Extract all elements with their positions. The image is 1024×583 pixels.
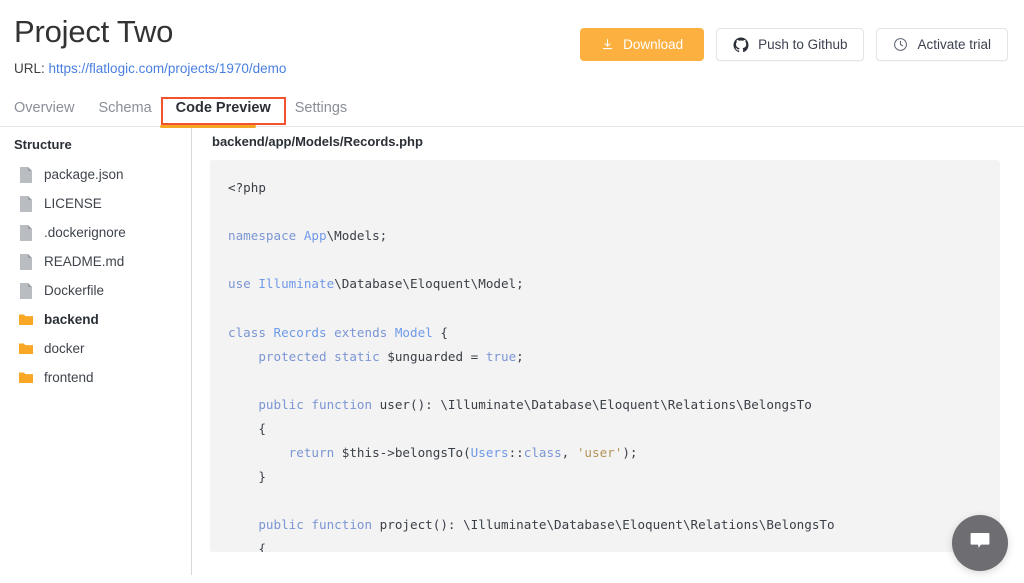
file-tree-item-label: backend xyxy=(44,311,99,328)
page-body: Structure package.json LICENSE xyxy=(0,127,1024,575)
code-block[interactable]: <?php namespace App\Models; use Illumina… xyxy=(210,160,1000,552)
folder-icon xyxy=(18,369,34,387)
activate-trial-button[interactable]: Activate trial xyxy=(876,28,1008,61)
code-token: return xyxy=(289,445,342,460)
tab-code-preview[interactable]: Code Preview xyxy=(164,100,283,122)
code-token: 'user' xyxy=(577,445,623,460)
code-token: ; xyxy=(516,349,524,364)
file-tree: package.json LICENSE .dockerignore xyxy=(14,160,191,392)
code-content: <?php namespace App\Models; use Illumina… xyxy=(228,176,982,552)
code-token: class xyxy=(524,445,562,460)
code-token: use xyxy=(228,276,258,291)
code-token: namespace xyxy=(228,228,304,243)
code-token: user(): \Illuminate\Database\Eloquent\Re… xyxy=(380,397,812,412)
structure-sidebar: Structure package.json LICENSE xyxy=(0,127,192,575)
activate-trial-label: Activate trial xyxy=(917,37,991,52)
project-url-line: URL: https://flatlogic.com/projects/1970… xyxy=(14,60,1008,77)
file-tree-item-dockerfile[interactable]: Dockerfile xyxy=(14,276,191,305)
code-token: Model xyxy=(395,325,433,340)
code-token: :: xyxy=(509,445,524,460)
chat-widget-button[interactable] xyxy=(952,515,1008,571)
code-token: extends xyxy=(334,325,395,340)
code-token: \Database\Eloquent\Model; xyxy=(334,276,524,291)
file-tree-item-readme-md[interactable]: README.md xyxy=(14,247,191,276)
code-token xyxy=(228,397,258,412)
code-token: { xyxy=(228,421,266,436)
tab-bar: Overview Schema Code Preview Settings xyxy=(0,93,1024,127)
code-token: $unguarded = xyxy=(387,349,486,364)
code-token: project(): \Illuminate\Database\Eloquent… xyxy=(380,517,835,532)
code-token: true xyxy=(486,349,516,364)
file-tree-item-label: package.json xyxy=(44,166,124,183)
code-token: { xyxy=(433,325,448,340)
folder-icon xyxy=(18,311,34,329)
code-token xyxy=(228,445,289,460)
file-tree-item-license[interactable]: LICENSE xyxy=(14,189,191,218)
download-button-label: Download xyxy=(623,37,683,52)
code-token xyxy=(228,517,258,532)
file-tree-item-label: .dockerignore xyxy=(44,224,126,241)
code-token: Records xyxy=(274,325,335,340)
file-icon xyxy=(18,253,34,271)
folder-icon xyxy=(18,340,34,358)
page-header: Project Two URL: https://flatlogic.com/p… xyxy=(0,0,1024,77)
push-to-github-button[interactable]: Push to Github xyxy=(716,28,864,61)
url-label: URL: xyxy=(14,61,45,76)
tab-settings[interactable]: Settings xyxy=(283,100,359,126)
file-tree-item-label: docker xyxy=(44,340,85,357)
file-icon xyxy=(18,195,34,213)
header-actions: Download Push to Github Activate tr xyxy=(580,28,1008,61)
code-token: class xyxy=(228,325,274,340)
clock-icon xyxy=(893,37,908,52)
file-tree-item-frontend[interactable]: frontend xyxy=(14,363,191,392)
file-tree-item-package-json[interactable]: package.json xyxy=(14,160,191,189)
file-tree-item-docker[interactable]: docker xyxy=(14,334,191,363)
code-token: App xyxy=(304,228,327,243)
tab-schema[interactable]: Schema xyxy=(86,100,163,126)
chat-bubble-icon xyxy=(968,529,992,558)
file-tree-item-label: Dockerfile xyxy=(44,282,104,299)
current-file-path: backend/app/Models/Records.php xyxy=(212,133,1000,151)
code-token: { xyxy=(228,541,266,552)
tab-overview[interactable]: Overview xyxy=(14,100,86,126)
file-icon xyxy=(18,282,34,300)
file-tree-item-dockerignore[interactable]: .dockerignore xyxy=(14,218,191,247)
code-token: $this->belongsTo( xyxy=(342,445,471,460)
file-icon xyxy=(18,166,34,184)
code-token: <?php xyxy=(228,180,266,195)
file-tree-item-backend[interactable]: backend xyxy=(14,305,191,334)
code-preview-main: backend/app/Models/Records.php <?php nam… xyxy=(192,127,1024,575)
code-token: public function xyxy=(258,517,379,532)
push-to-github-label: Push to Github xyxy=(758,37,847,52)
code-preview-page: Project Two URL: https://flatlogic.com/p… xyxy=(0,0,1024,583)
code-token: Users xyxy=(471,445,509,460)
download-button[interactable]: Download xyxy=(580,28,704,61)
structure-heading: Structure xyxy=(14,136,191,154)
file-icon xyxy=(18,224,34,242)
code-token: Illuminate xyxy=(258,276,334,291)
code-token xyxy=(228,349,258,364)
code-token: public function xyxy=(258,397,379,412)
code-token: \Models; xyxy=(327,228,388,243)
download-icon xyxy=(601,38,614,51)
file-tree-item-label: frontend xyxy=(44,369,94,386)
code-token: , xyxy=(562,445,577,460)
code-token: ); xyxy=(622,445,637,460)
file-tree-item-label: LICENSE xyxy=(44,195,102,212)
code-token: protected static xyxy=(258,349,387,364)
github-icon xyxy=(733,37,749,53)
project-url-link[interactable]: https://flatlogic.com/projects/1970/demo xyxy=(49,61,287,76)
file-tree-item-label: README.md xyxy=(44,253,124,270)
code-token: } xyxy=(228,469,266,484)
